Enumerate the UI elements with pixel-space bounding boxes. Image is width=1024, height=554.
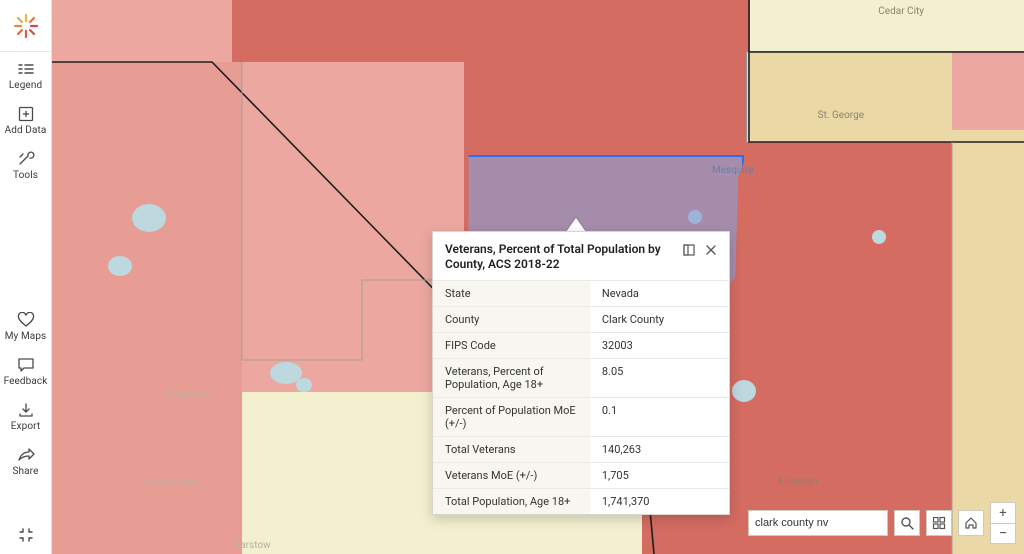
tools-icon — [16, 150, 36, 168]
plus-icon: + — [999, 507, 1006, 520]
dock-item-export[interactable]: Export — [0, 393, 51, 438]
region-ut-se — [952, 52, 1024, 142]
popup-row: Total Veterans140,263 — [433, 437, 729, 463]
water-body — [132, 204, 166, 232]
popup-row: Veterans, Percent of Population, Age 18+… — [433, 359, 729, 398]
popup-title: Veterans, Percent of Total Population by… — [445, 242, 675, 272]
map-canvas[interactable]: Cedar City St. George Mesquite Kingman B… — [52, 0, 1024, 554]
minus-icon: − — [999, 526, 1008, 541]
fullscreen-exit-icon — [16, 526, 36, 544]
dock-item-share[interactable]: Share — [0, 438, 51, 483]
legend-icon — [16, 60, 36, 78]
region-iron-county — [749, 0, 1024, 52]
dock-label: Legend — [9, 81, 42, 91]
dock-label: My Maps — [5, 332, 47, 342]
popup-tbody: StateNevada CountyClark County FIPS Code… — [433, 281, 729, 515]
dock-item-legend[interactable]: Legend — [0, 52, 51, 97]
heart-icon — [16, 311, 36, 329]
spark-logo-icon — [12, 12, 40, 40]
dock-label: Tools — [13, 171, 38, 181]
region-tulare — [52, 0, 232, 62]
home-extent-button[interactable] — [958, 510, 984, 536]
share-icon — [16, 446, 36, 464]
search-input[interactable] — [749, 517, 903, 529]
grid-icon — [932, 516, 946, 530]
dock-item-feedback[interactable]: Feedback — [0, 348, 51, 393]
region-az-edge — [952, 130, 1024, 554]
brand-logo[interactable] — [0, 0, 51, 52]
popup-close-icon[interactable] — [703, 242, 719, 258]
export-icon — [16, 401, 36, 419]
home-icon — [964, 516, 978, 530]
water-body — [872, 230, 886, 244]
region-washington-county — [746, 52, 954, 142]
popup-header: Veterans, Percent of Total Population by… — [433, 232, 729, 280]
dock-item-my-maps[interactable]: My Maps — [0, 303, 51, 348]
map-controls: + − — [748, 502, 1016, 544]
zoom-out-button[interactable]: − — [990, 523, 1016, 544]
dock-label: Feedback — [4, 377, 48, 387]
feature-popup: Veterans, Percent of Total Population by… — [432, 231, 730, 515]
popup-row: CountyClark County — [433, 307, 729, 333]
popup-row: Total Population, Age 18+1,741,370 — [433, 489, 729, 515]
popup-dock-icon[interactable] — [681, 242, 697, 258]
dock-label: Export — [11, 422, 40, 432]
chat-icon — [16, 356, 36, 374]
zoom-controls: + − — [990, 502, 1016, 544]
map-label-kingman: Kingman — [778, 476, 818, 487]
popup-table: StateNevada CountyClark County FIPS Code… — [433, 280, 729, 514]
search-icon — [900, 516, 914, 530]
basemap-button[interactable] — [926, 510, 952, 536]
dock-item-fullscreen[interactable] — [0, 518, 51, 554]
popup-row: Percent of Population MoE (+/-)0.1 — [433, 398, 729, 437]
search-box[interactable] — [748, 510, 888, 536]
water-body — [732, 380, 756, 402]
dock-spacer — [0, 187, 51, 303]
dock-label: Add Data — [5, 126, 47, 136]
search-button[interactable] — [894, 510, 920, 536]
popup-row: FIPS Code32003 — [433, 333, 729, 359]
dock-item-tools[interactable]: Tools — [0, 142, 51, 187]
left-dock: Legend Add Data Tools My Maps Feed — [0, 0, 52, 554]
region-kern — [52, 62, 242, 554]
dock-label: Share — [13, 467, 39, 477]
add-data-icon — [16, 105, 36, 123]
dock-item-add-data[interactable]: Add Data — [0, 97, 51, 142]
popup-row: Veterans MoE (+/-)1,705 — [433, 463, 729, 489]
water-body — [296, 378, 312, 392]
popup-pointer — [566, 218, 586, 232]
water-body — [108, 256, 132, 276]
zoom-in-button[interactable]: + — [990, 502, 1016, 523]
popup-row: StateNevada — [433, 281, 729, 307]
app-root: Legend Add Data Tools My Maps Feed — [0, 0, 1024, 554]
